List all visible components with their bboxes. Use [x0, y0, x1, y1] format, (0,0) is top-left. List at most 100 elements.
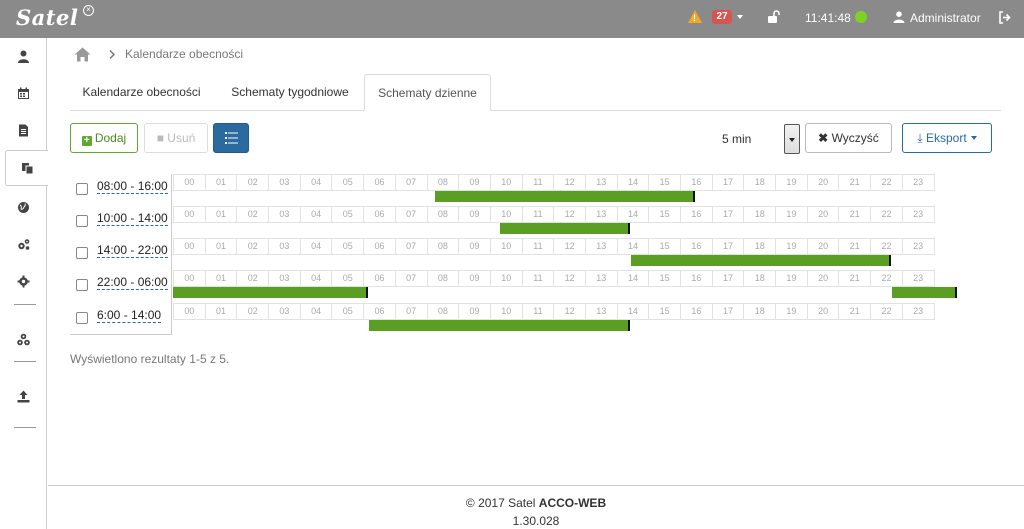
schedule-segment[interactable]: [630, 255, 892, 266]
hour-cell: 12: [553, 238, 586, 255]
schedule-segment[interactable]: [173, 287, 369, 298]
schedule-row: 10:00 - 14:00 00 01 02 03 04 05 06 07 08 09 10 11 12 1…: [70, 206, 960, 238]
sidebar-item-network[interactable]: [0, 321, 47, 357]
hour-cell: 07: [394, 270, 428, 287]
hour-cell: 11: [521, 174, 555, 191]
hour-cell: 14: [616, 174, 650, 191]
tab-attendance-calendars[interactable]: Kalendarze obecności: [70, 74, 213, 111]
schedule-row: 08:00 - 16:00 00 01 02 03 04 05 06 07 08 09 10 11 12 1…: [70, 174, 960, 206]
hour-cell: 10: [489, 270, 523, 287]
hour-cell: 06: [363, 238, 396, 255]
row-checkbox[interactable]: [76, 183, 88, 195]
export-button[interactable]: ⤓ Eksport: [902, 123, 992, 153]
schedule-name-link[interactable]: 10:00 - 14:00: [97, 211, 168, 226]
unlock-icon[interactable]: [767, 10, 781, 24]
hour-cell: 20: [806, 270, 840, 287]
connection-status-dot: [855, 11, 867, 23]
hour-cell: 01: [204, 238, 238, 255]
product-name: ACCO-WEB: [538, 496, 607, 510]
user-name[interactable]: Administrator: [910, 11, 981, 25]
calendar-icon: [18, 87, 29, 99]
footer: © 2017 Satel ACCO-WEB 1.30.028: [48, 485, 1024, 529]
schedule-segment[interactable]: [500, 223, 630, 234]
hour-cell: 08: [426, 238, 460, 255]
schedule-name-link[interactable]: 22:00 - 06:00: [97, 275, 168, 290]
sidebar-item-documents[interactable]: [0, 112, 47, 148]
tab-weekly-schemes[interactable]: Schematy tygodniowe: [215, 74, 365, 111]
hour-cell: 16: [680, 174, 713, 191]
hour-cell: 07: [394, 206, 428, 223]
schedule-name-link[interactable]: 14:00 - 22:00: [97, 243, 168, 258]
list-view-button[interactable]: [213, 123, 249, 153]
hour-cell: 00: [173, 270, 206, 287]
schedule-row: 22:00 - 06:00 00 01 02 03 04 05 06 07 08 09 10 11 12 1…: [70, 270, 960, 302]
chevron-down-icon[interactable]: [737, 15, 743, 19]
chevron-right-icon: [109, 49, 115, 59]
hour-cell: 22: [870, 270, 903, 287]
result-summary: Wyświetlono rezultaty 1-5 z 5.: [70, 352, 230, 366]
sidebar-item-users[interactable]: [0, 38, 47, 74]
hour-cell: 18: [743, 303, 777, 320]
hour-cell: 03: [268, 303, 301, 320]
top-bar: Satel × ! 27 11:41:48 Administrator: [0, 0, 1024, 38]
alarm-count-badge[interactable]: 27: [712, 10, 732, 24]
schedule-segment[interactable]: [434, 191, 696, 202]
row-checkbox[interactable]: [76, 215, 88, 227]
hour-cell: 09: [458, 303, 491, 320]
hour-cell: 05: [331, 238, 365, 255]
cogs-icon: [18, 238, 30, 250]
sidebar-item-globe[interactable]: [0, 189, 47, 225]
hour-cell: 19: [775, 303, 808, 320]
hour-cell: 00: [173, 303, 206, 320]
home-icon[interactable]: [74, 47, 91, 62]
upload-icon: [17, 390, 30, 402]
hour-cell: 12: [553, 270, 586, 287]
hour-cell: 11: [521, 303, 555, 320]
hour-cell: 04: [299, 174, 333, 191]
schedule-segment[interactable]: [369, 320, 630, 331]
hour-cell: 17: [711, 174, 745, 191]
schedule-name-link[interactable]: 6:00 - 14:00: [97, 308, 162, 323]
interval-dropdown[interactable]: [784, 124, 800, 154]
hour-cell: 19: [775, 270, 808, 287]
user-icon[interactable]: [893, 11, 905, 23]
sidebar-item-cogs[interactable]: [0, 226, 47, 262]
hour-cell: 18: [743, 174, 777, 191]
hour-cell: 04: [299, 303, 333, 320]
schedule-name-link[interactable]: 08:00 - 16:00: [97, 179, 168, 194]
row-checkbox[interactable]: [76, 247, 88, 259]
clear-button[interactable]: ✖ Wyczyść: [805, 123, 892, 153]
breadcrumb: Kalendarze obecności: [74, 46, 243, 62]
tab-daily-schemes[interactable]: Schematy dzienne: [364, 74, 491, 111]
copyright-text: © 2017 Satel: [465, 496, 539, 510]
warning-icon[interactable]: !: [688, 10, 702, 23]
delete-button[interactable]: ■ Usuń: [144, 123, 208, 153]
row-checkbox[interactable]: [76, 279, 88, 291]
network-icon: [17, 333, 30, 345]
logout-icon[interactable]: [998, 11, 1011, 24]
hour-cell: 05: [331, 303, 365, 320]
hour-cell: 13: [584, 303, 618, 320]
hour-cell: 03: [268, 206, 301, 223]
hour-cell: 03: [268, 270, 301, 287]
schedule-segment[interactable]: [892, 287, 957, 298]
sidebar-item-schedules[interactable]: [5, 150, 48, 186]
hour-cell: 16: [680, 206, 713, 223]
hour-cell: 05: [331, 206, 365, 223]
hour-scale: 00 01 02 03 04 05 06 07 08 09 10 11 12 13 14 15 16 17 18 19…: [173, 270, 935, 287]
hour-scale: 00 01 02 03 04 05 06 07 08 09 10 11 12 13 14 15 16 17 18 19…: [173, 206, 935, 223]
hour-cell: 20: [806, 174, 840, 191]
hour-cell: 15: [648, 238, 681, 255]
sidebar-divider: [14, 304, 36, 305]
sidebar-item-calendar[interactable]: [0, 75, 47, 111]
hour-cell: 12: [553, 174, 586, 191]
sidebar-item-upload[interactable]: [0, 378, 47, 414]
row-checkbox[interactable]: [76, 312, 88, 324]
hour-cell: 16: [680, 270, 713, 287]
hour-cell: 16: [680, 303, 713, 320]
hour-cell: 16: [680, 238, 713, 255]
hour-cell: 01: [204, 174, 238, 191]
add-button[interactable]: + Dodaj: [70, 123, 138, 153]
satel-logo[interactable]: Satel: [16, 5, 78, 30]
sidebar-item-settings[interactable]: [0, 263, 47, 299]
